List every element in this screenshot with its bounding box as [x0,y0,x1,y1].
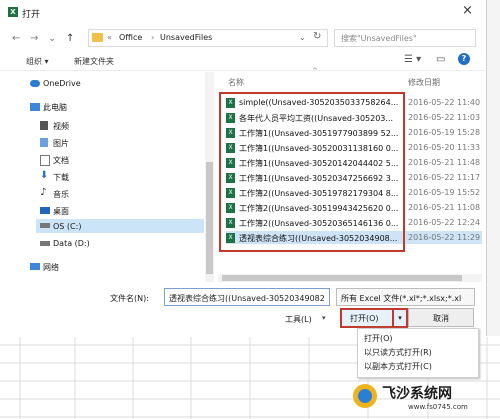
horizontal-scrollbar-thumb[interactable] [222,275,462,281]
file-date: 2016-05-21 11:48 [408,158,481,167]
open-dropdown-icon[interactable]: ▾ [392,308,408,328]
up-arrow-icon[interactable]: ↑ [66,33,74,44]
watermark-logo-icon [353,384,377,408]
address-bar[interactable]: « Office › UnsavedFiles ⌄ [88,29,328,47]
menu-item-open-as-copy[interactable]: 以副本方式打开(C) [364,361,432,372]
sort-caret-icon: ^ [312,67,318,75]
close-icon[interactable]: × [462,3,473,18]
nav-label: 视频 [53,122,69,131]
tools-button[interactable]: 工具(L) [285,314,312,325]
open-file-dialog: X 打开 × ← → ⌄ ↑ « Office › UnsavedFiles ⌄… [0,0,487,336]
nav-label: 图片 [53,139,69,148]
menu-item-open-read-only[interactable]: 以只读方式打开(R) [364,347,432,358]
desktop-icon [40,207,50,214]
nav-item-os-c[interactable]: OS (C:) [36,219,204,233]
breadcrumb-unsavedfiles[interactable]: UnsavedFiles [160,33,212,42]
file-date: 2016-05-21 11:08 [408,203,481,212]
file-date: 2016-05-22 12:24 [408,218,481,227]
file-date: 2016-05-20 11:33 [408,143,481,152]
refresh-icon[interactable]: ↻ [313,31,321,42]
nav-label: 桌面 [53,207,69,216]
view-options-icon[interactable]: ☰ ▾ [404,54,421,65]
background-window-edge [487,0,500,336]
help-icon[interactable]: ? [458,53,470,65]
file-date: 2016-05-22 11:03 [408,113,481,122]
drive-icon [40,241,50,246]
file-date: 2016-05-22 11:29 [408,233,481,242]
column-header-name[interactable]: 名称 [228,77,244,88]
watermark-url: www.fs0745.com [408,403,468,411]
cancel-button[interactable]: 取消 [408,308,474,327]
breadcrumb-separator-icon: › [151,33,155,42]
breadcrumb-office[interactable]: Office [119,33,142,42]
filename-value: 透视表综合练习((Unsaved-30520349082 [169,294,325,303]
organize-button[interactable]: 组织 ▾ [26,56,49,67]
cloud-icon [30,80,40,87]
preview-pane-icon[interactable]: ▭ [436,54,445,65]
address-dropdown-icon[interactable]: ⌄ [299,33,306,42]
open-button[interactable]: 打开(O) [340,308,395,328]
nav-label: 音乐 [53,190,69,199]
nav-label: 下载 [53,173,69,182]
watermark: 飞沙系统网 www.fs0745.com [350,378,500,419]
file-date: 2016-05-19 15:28 [408,128,481,137]
nav-label: 文档 [53,156,69,165]
nav-scrollbar-thumb[interactable] [206,162,213,274]
nav-label: Data (D:) [53,239,90,248]
open-options-menu: 打开(O) 以只读方式打开(R) 以副本方式打开(C) [357,328,479,378]
nav-label: OS (C:) [53,222,82,231]
file-date: 2016-05-22 11:40 [408,98,481,107]
nav-label: 此电脑 [43,103,67,112]
command-bar: 组织 ▾ 新建文件夹 ☰ ▾ ▭ ? [0,50,486,71]
picture-icon [40,138,48,147]
excel-icon: X [8,7,18,17]
network-icon [30,263,40,270]
video-icon [40,121,48,130]
file-date: 2016-05-22 11:17 [408,173,481,182]
back-arrow-icon[interactable]: ← [12,33,20,44]
forward-arrow-icon[interactable]: → [30,33,38,44]
dialog-title: 打开 [22,10,41,20]
nav-label: 网络 [43,263,59,272]
file-type-value: 所有 Excel 文件(*.xl*;*.xlsx;*.xl [341,294,462,303]
filename-label: 文件名(N): [110,294,149,303]
tools-dropdown-icon[interactable]: ▾ [322,314,326,322]
column-header-date[interactable]: 修改日期 [408,77,440,88]
search-input[interactable]: 搜索"UnsavedFiles" [334,29,476,47]
cancel-button-label: 取消 [433,314,449,323]
nav-label: OneDrive [43,79,81,88]
music-icon: ♪ [40,187,47,198]
highlight-box-file-list [219,92,405,252]
new-folder-button[interactable]: 新建文件夹 [74,56,114,67]
filename-input[interactable]: 透视表综合练习((Unsaved-30520349082 [164,288,330,306]
download-icon: ⬇ [40,170,49,181]
dialog-titlebar: X 打开 × [0,0,486,24]
file-date: 2016-05-19 15:52 [408,188,481,197]
computer-icon [30,103,40,111]
open-button-label: 打开(O) [350,314,379,323]
menu-item-open[interactable]: 打开(O) [364,333,393,344]
document-icon [40,155,50,166]
file-type-select[interactable]: 所有 Excel 文件(*.xl*;*.xlsx;*.xl [336,288,475,306]
watermark-title: 飞沙系统网 [382,386,452,402]
search-placeholder: 搜索"UnsavedFiles" [341,34,417,43]
drive-icon [40,223,50,228]
recent-locations-icon[interactable]: ⌄ [48,33,56,44]
breadcrumb-overflow-icon[interactable]: « [107,33,112,42]
folder-icon [92,33,103,42]
